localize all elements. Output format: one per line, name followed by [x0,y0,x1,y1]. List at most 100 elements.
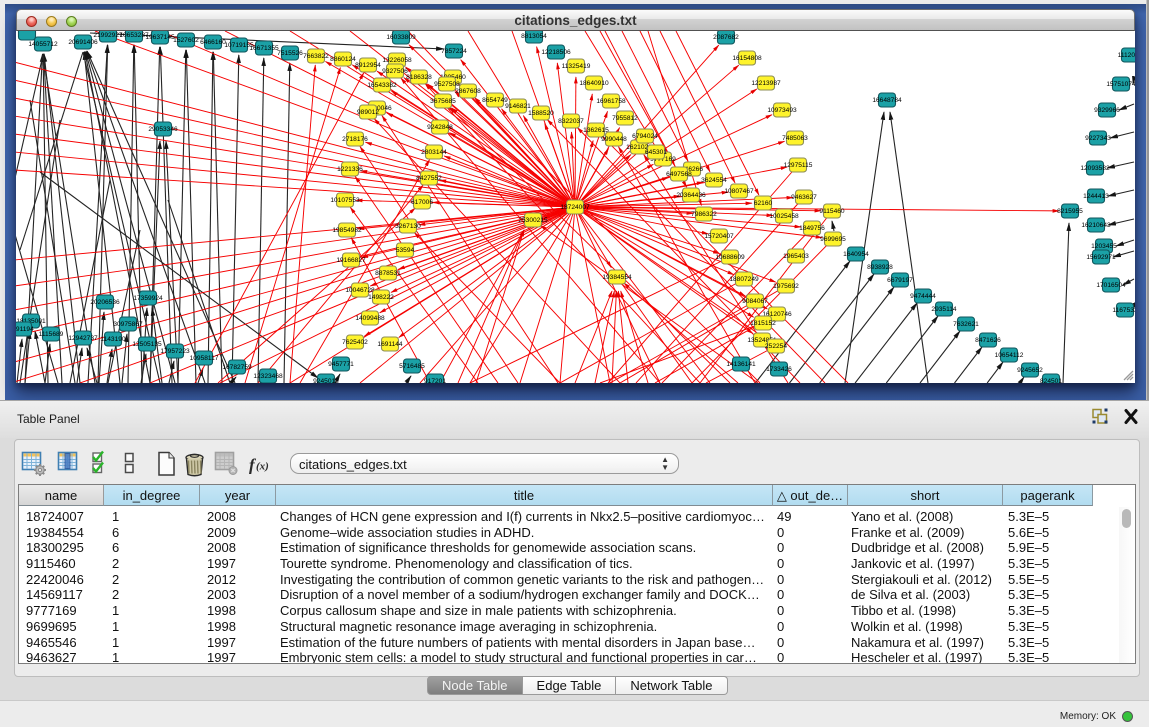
svg-text:1640954: 1640954 [843,251,869,258]
svg-text:29053346: 29053346 [148,126,178,133]
svg-text:16543382: 16543382 [367,82,397,89]
svg-text:9227343: 9227343 [1085,135,1111,142]
svg-text:15692971: 15692971 [1086,254,1116,261]
svg-text:1244413: 1244413 [1083,193,1109,200]
svg-text:7663822: 7663822 [303,53,329,60]
svg-text:7632621: 7632621 [953,321,979,328]
svg-text:17016504: 17016504 [1096,282,1126,289]
svg-text:14099488: 14099488 [355,315,385,322]
svg-text:53594: 53594 [396,247,415,254]
svg-text:9474444: 9474444 [910,293,936,300]
svg-text:6497568: 6497568 [666,171,692,178]
svg-text:10025458: 10025458 [769,213,799,220]
svg-text:30975867: 30975867 [113,321,143,328]
svg-text:6794024: 6794024 [632,133,658,140]
svg-text:19384554: 19384554 [602,274,632,281]
svg-text:9084067: 9084067 [742,298,768,305]
svg-text:16154808: 16154808 [732,55,762,62]
svg-text:10654112: 10654112 [995,352,1024,359]
svg-text:10958117: 10958117 [190,355,219,362]
svg-text:1733426: 1733426 [766,366,792,373]
svg-text:13226058: 13226058 [382,57,412,64]
svg-text:1203455: 1203455 [1091,243,1117,250]
svg-text:8938928: 8938928 [867,264,893,271]
svg-text:19637145: 19637145 [145,34,175,41]
svg-text:8912954: 8912954 [355,62,381,69]
svg-text:10973493: 10973493 [767,107,797,114]
svg-text:(x): (x) [256,461,269,473]
svg-text:15720407: 15720407 [704,233,734,240]
svg-text:1362615: 1362615 [583,127,609,134]
svg-text:8186328: 8186328 [406,74,432,81]
svg-text:1112041: 1112041 [1118,52,1135,59]
svg-text:1221336: 1221336 [337,166,363,173]
svg-text:20691406: 20691406 [68,39,98,46]
svg-text:391194: 391194 [16,326,34,333]
svg-text:1167533: 1167533 [1112,307,1135,314]
svg-text:12942737: 12942737 [68,335,98,342]
svg-text:617006: 617006 [411,199,433,206]
svg-text:18807249: 18807249 [729,276,759,283]
svg-text:8471626: 8471626 [975,337,1001,344]
svg-text:1975692: 1975692 [773,283,799,290]
svg-text:3624554: 3624554 [701,177,727,184]
svg-text:12213987: 12213987 [751,80,781,87]
svg-text:16782759: 16782759 [222,364,252,371]
svg-text:9329966: 9329966 [1094,107,1120,114]
svg-text:252254: 252254 [765,343,787,350]
svg-text:8860124: 8860124 [330,56,356,63]
svg-text:16648784: 16648784 [872,97,902,104]
svg-text:8427552: 8427552 [416,175,442,182]
svg-text:1115689: 1115689 [39,331,64,338]
svg-text:9527508: 9527508 [434,81,460,88]
svg-text:7485063: 7485063 [782,135,808,142]
svg-text:19854982: 19854982 [332,227,362,234]
svg-text:10688609: 10688609 [715,254,745,261]
svg-text:1815152: 1815152 [750,320,776,327]
svg-text:9146821: 9146821 [505,103,531,110]
svg-text:2718176: 2718176 [342,136,368,143]
svg-text:9457771: 9457771 [328,361,354,368]
svg-text:989012: 989012 [357,109,379,116]
svg-text:62160: 62160 [754,200,773,207]
svg-text:9699695: 9699695 [820,236,846,243]
svg-text:7857224: 7857224 [441,48,467,55]
svg-text:9245652: 9245652 [1017,367,1043,374]
svg-text:1143190: 1143190 [100,336,126,343]
svg-text:20206536: 20206536 [90,299,120,306]
svg-text:5716485: 5716485 [399,363,425,370]
svg-text:8813054: 8813054 [521,33,547,40]
svg-text:645301: 645301 [645,149,667,156]
svg-text:9242848: 9242848 [427,124,453,131]
svg-text:1527602: 1527602 [173,37,199,44]
svg-text:3267130: 3267130 [395,223,421,230]
svg-text:12093582: 12093582 [1080,165,1110,172]
svg-text:7515526: 7515526 [277,50,303,57]
svg-text:10046728: 10046728 [345,287,375,294]
svg-text:1588520: 1588520 [528,110,554,117]
svg-text:12975115: 12975115 [784,162,813,169]
svg-text:8878531: 8878531 [375,270,401,277]
svg-text:10107553: 10107553 [330,197,360,204]
svg-text:16033809: 16033809 [386,34,416,41]
svg-text:17359924: 17359924 [133,295,163,302]
svg-text:1691144: 1691144 [377,341,403,348]
svg-text:1965403: 1965403 [783,253,809,260]
svg-text:9115460: 9115460 [819,208,845,215]
svg-text:14055712: 14055712 [28,41,58,48]
svg-text:8322037: 8322037 [558,118,584,125]
svg-text:7986322: 7986322 [691,211,717,218]
svg-text:9327506: 9327506 [382,68,408,75]
svg-text:18724007: 18724007 [560,204,590,211]
svg-text:20364436: 20364436 [676,192,706,199]
svg-text:2087682: 2087682 [713,34,739,41]
svg-text:7955812: 7955812 [612,115,638,122]
svg-text:2803144: 2803144 [421,149,447,156]
svg-text:2935114: 2935114 [931,306,957,313]
svg-text:824501: 824501 [1040,378,1062,383]
svg-text:15751074: 15751074 [1106,81,1135,88]
svg-text:1498222: 1498222 [368,294,394,301]
svg-text:2867608: 2867608 [455,88,481,95]
svg-text:16671355: 16671355 [249,45,279,52]
svg-text:10807467: 10807467 [724,188,754,195]
